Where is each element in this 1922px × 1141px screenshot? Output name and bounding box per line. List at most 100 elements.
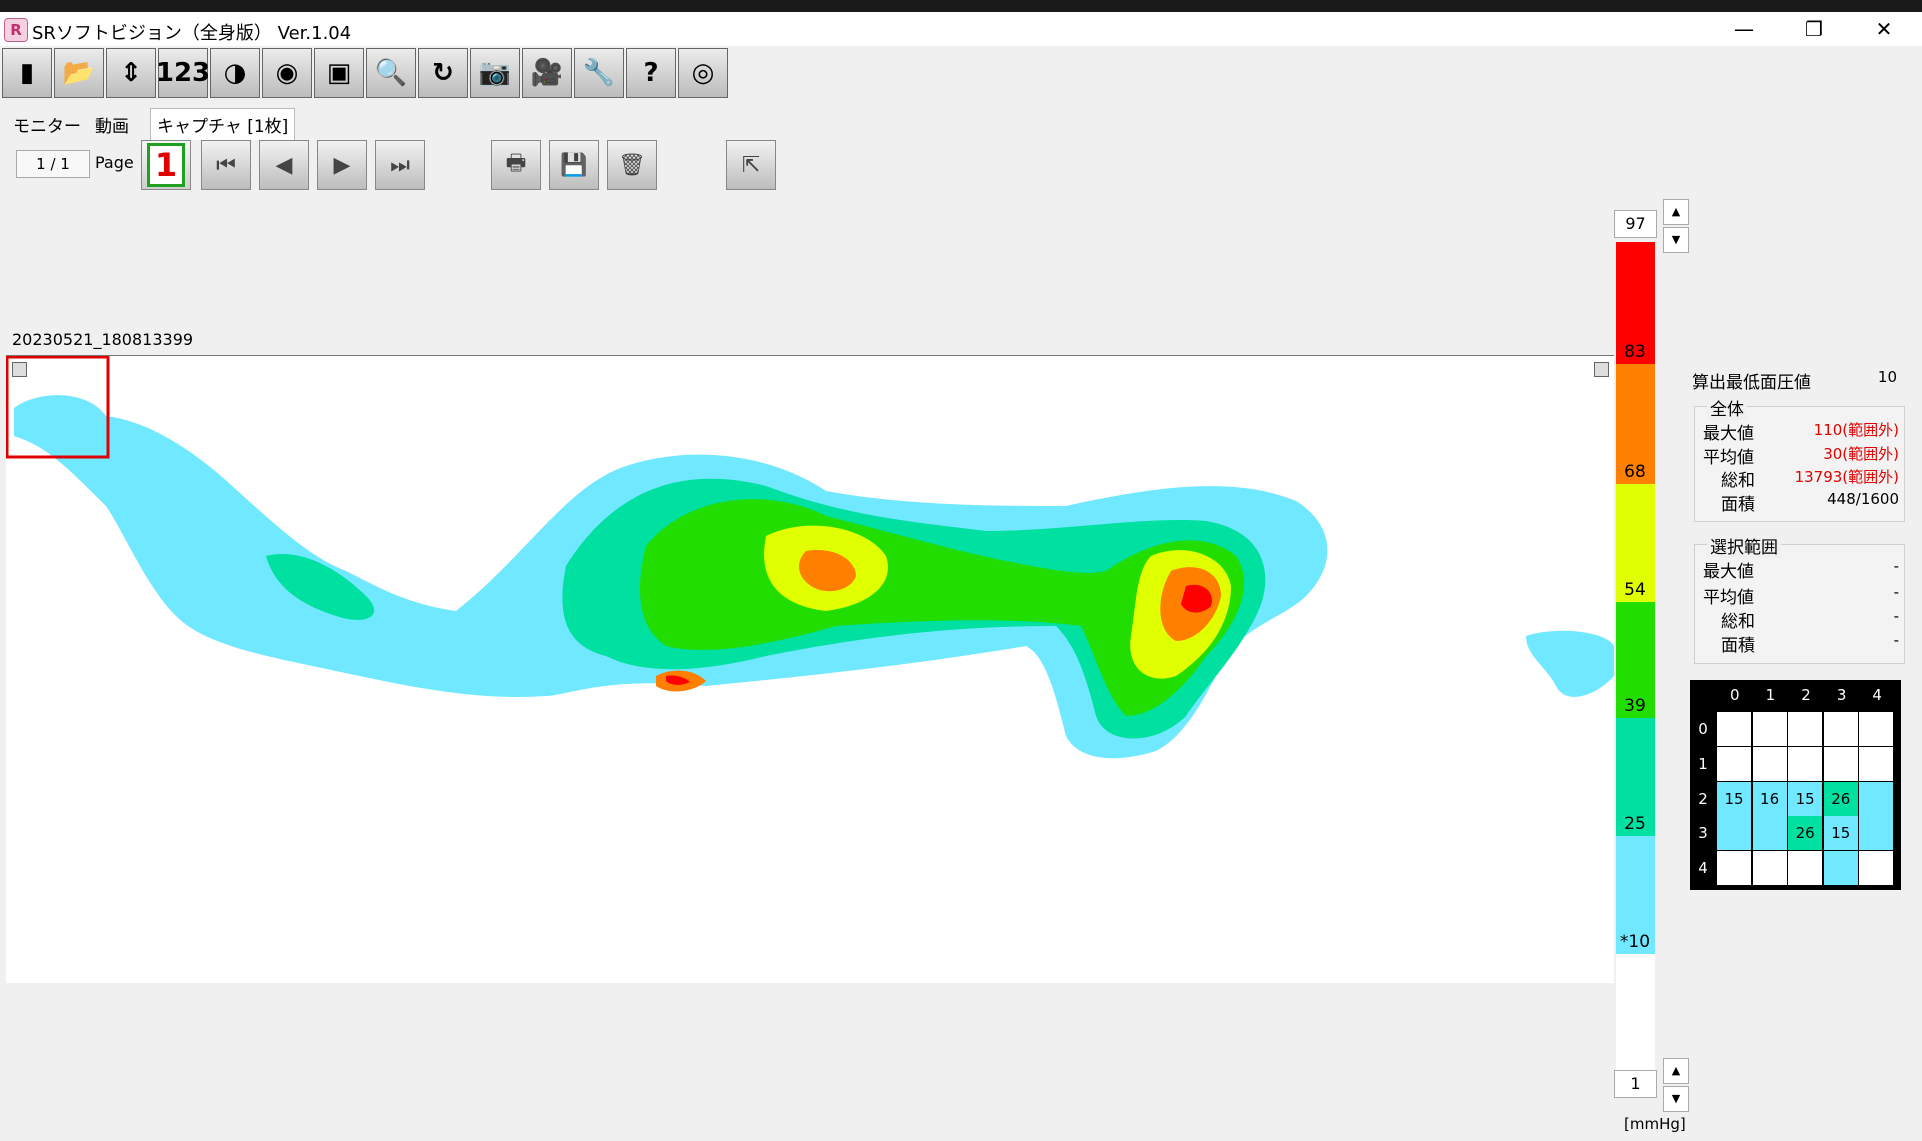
- grid-row-header: 4: [1698, 859, 1708, 878]
- grid-cell[interactable]: [1859, 712, 1894, 746]
- pressure-heatmap: [6, 356, 1614, 759]
- page-indicator: 1 / 1: [16, 150, 90, 178]
- last-page-button[interactable]: ⏭: [375, 140, 425, 190]
- selection-sum-value: -: [1893, 607, 1899, 625]
- selection-area-row: 面積 -: [1703, 631, 1899, 656]
- scale-max-down-button[interactable]: ▼: [1663, 227, 1689, 253]
- capture-timestamp: 20230521_180813399: [12, 330, 194, 349]
- grid-col-header: 1: [1765, 686, 1776, 704]
- grid-cell[interactable]: 15: [1823, 816, 1858, 851]
- wrench-icon[interactable]: 🔧: [574, 48, 624, 98]
- zoom-icon[interactable]: 🔍: [366, 48, 416, 98]
- corner-handle-right[interactable]: [1594, 362, 1609, 377]
- tab-monitor[interactable]: モニター: [6, 108, 88, 140]
- monitor-icon[interactable]: ▮: [2, 48, 52, 98]
- export-button[interactable]: ⇱: [726, 140, 776, 190]
- scale-label: 39: [1624, 696, 1646, 716]
- grid-cell[interactable]: [1859, 746, 1894, 781]
- grid-cell[interactable]: [1717, 746, 1751, 781]
- grid-cell[interactable]: [1823, 746, 1858, 781]
- overall-max-label: 最大値: [1703, 424, 1754, 444]
- overall-title: 全体: [1707, 395, 1747, 420]
- selection-title: 選択範囲: [1707, 533, 1781, 558]
- grid-cell[interactable]: 16: [1752, 781, 1787, 816]
- grid-row-header: 1: [1698, 754, 1708, 773]
- tab-video[interactable]: 動画: [88, 108, 136, 140]
- scale-max-up-button[interactable]: ▲: [1663, 199, 1689, 225]
- selection-area-label: 面積: [1721, 636, 1755, 656]
- quadrant-circle-icon[interactable]: ◑: [210, 48, 260, 98]
- camera-icon[interactable]: 📷: [470, 48, 520, 98]
- save-button[interactable]: 💾: [549, 140, 599, 190]
- grid-cell[interactable]: [1717, 851, 1751, 886]
- first-page-button[interactable]: ⏮: [201, 140, 251, 190]
- open-folder-icon[interactable]: 📂: [54, 48, 104, 98]
- grid-cell[interactable]: [1752, 746, 1787, 781]
- tab-capture[interactable]: キャプチャ [1枚]: [150, 108, 296, 140]
- grid-cell[interactable]: [1788, 746, 1823, 781]
- corner-handle-left[interactable]: [12, 362, 27, 377]
- next-page-button[interactable]: ▶: [317, 140, 367, 190]
- overall-area-label: 面積: [1721, 495, 1755, 515]
- page-one-button[interactable]: 1: [141, 140, 191, 190]
- overall-max-value: 110(範囲外): [1813, 421, 1899, 439]
- minimize-button[interactable]: —: [1714, 12, 1774, 46]
- grid-cell[interactable]: [1859, 781, 1894, 816]
- grid-cell[interactable]: [1859, 851, 1894, 886]
- scale-label: 25: [1624, 814, 1646, 834]
- frame-select-icon[interactable]: ▣: [314, 48, 364, 98]
- selection-group: 選択範囲 最大値 - 平均値 - 総和 - 面積 -: [1694, 533, 1905, 664]
- grid-row-header: 0: [1698, 720, 1708, 738]
- scale-max-value[interactable]: 97: [1614, 210, 1657, 238]
- restore-button[interactable]: ❐: [1784, 12, 1844, 46]
- grid-cell[interactable]: [1752, 816, 1787, 851]
- pressure-map[interactable]: [6, 355, 1614, 983]
- page-label: Page: [95, 153, 134, 172]
- contour-cyan-right: [1526, 630, 1614, 697]
- title-bar: R SRソフトビジョン（全身版） Ver.1.04 — ❐ ✕: [0, 12, 1922, 46]
- scale-unit: [mmHg]: [1624, 1115, 1686, 1133]
- scale-min-down-button[interactable]: ▼: [1663, 1086, 1689, 1112]
- grid-cell[interactable]: [1717, 712, 1751, 746]
- delete-button[interactable]: 🗑: [607, 140, 657, 190]
- help-icon[interactable]: ?: [626, 48, 676, 98]
- overall-avg-row: 平均値 30(範囲外): [1703, 443, 1899, 468]
- rotate-icon[interactable]: ↻: [418, 48, 468, 98]
- grid-cell[interactable]: [1823, 712, 1858, 746]
- min-pressure-value: 10: [1877, 368, 1897, 386]
- overall-area-value: 448/1600: [1827, 490, 1899, 508]
- selection-area-value: -: [1893, 631, 1899, 649]
- selection-max-label: 最大値: [1703, 562, 1754, 582]
- grid-col-header: 4: [1872, 686, 1882, 704]
- grid-row-header: 2: [1698, 789, 1708, 808]
- grid-cell[interactable]: [1752, 851, 1787, 886]
- grid-cell[interactable]: 26: [1823, 781, 1858, 816]
- scale-min-value[interactable]: 1: [1614, 1070, 1657, 1098]
- grid-cell[interactable]: 15: [1788, 781, 1823, 816]
- grid-cell[interactable]: [1823, 851, 1858, 886]
- grid-cell[interactable]: [1752, 712, 1787, 746]
- color-wheel-icon[interactable]: ◉: [262, 48, 312, 98]
- grid-cell[interactable]: 15: [1717, 781, 1751, 816]
- selection-max-value: -: [1893, 557, 1899, 575]
- video-camera-icon[interactable]: 🎥: [522, 48, 572, 98]
- prev-page-button[interactable]: ◀: [259, 140, 309, 190]
- selection-sum-row: 総和 -: [1703, 607, 1899, 632]
- webcam-icon[interactable]: ◎: [678, 48, 728, 98]
- print-button[interactable]: 🖶: [491, 140, 541, 190]
- grid-cell[interactable]: [1717, 816, 1751, 851]
- sensor-grid[interactable]: 0 1 2 3 4 0 1 2 3 4 15 16 15 26 26 15: [1690, 680, 1901, 890]
- pressure-contours: [14, 395, 1614, 759]
- close-button[interactable]: ✕: [1854, 12, 1914, 46]
- tab-bar: モニター 動画 キャプチャ [1枚]: [6, 108, 296, 140]
- grid-cell[interactable]: [1859, 816, 1894, 851]
- scale-min-up-button[interactable]: ▲: [1663, 1058, 1689, 1084]
- grid-cell[interactable]: [1788, 851, 1823, 886]
- numbers-icon[interactable]: 123: [156, 48, 210, 98]
- grid-col-header: 0: [1730, 686, 1740, 704]
- up-down-arrows-icon[interactable]: ⇕: [106, 48, 156, 98]
- grid-cell[interactable]: 26: [1788, 816, 1823, 851]
- grid-row-header: 3: [1698, 824, 1708, 843]
- selection-avg-row: 平均値 -: [1703, 583, 1899, 608]
- grid-cell[interactable]: [1788, 712, 1823, 746]
